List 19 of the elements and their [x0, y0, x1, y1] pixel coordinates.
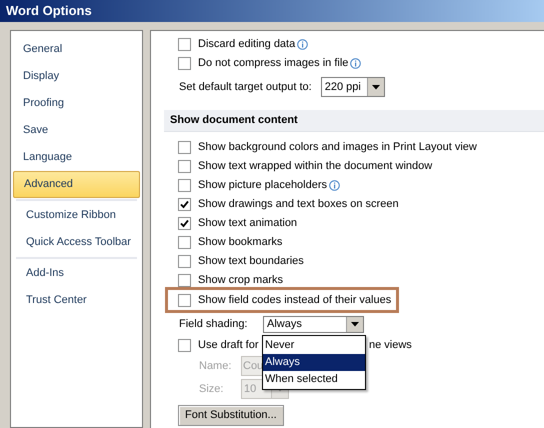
field-label: Size:: [199, 382, 224, 397]
option-label: Show drawings and text boxes on screen: [198, 197, 399, 212]
option-label: Show text wrapped within the document window: [198, 159, 432, 174]
option-label: Show crop marks: [198, 273, 283, 288]
option-label: Discard editing data: [198, 37, 296, 52]
window-title: Word Options: [6, 2, 92, 20]
option-label: Show picture placeholders: [198, 178, 328, 194]
option-label: Show bookmarks: [198, 235, 282, 250]
option-label: Do not compress images in file: [198, 56, 348, 72]
section-header: Show document content: [164, 110, 544, 132]
option-label: Show background colors and images in Print Layout view: [198, 140, 477, 156]
option-label: Show text animation: [198, 216, 298, 232]
option-label: Show field codes instead of their values: [198, 292, 392, 308]
option-label: Show text boundaries: [198, 254, 304, 270]
option-label: Set default target output to:: [179, 80, 312, 95]
field-label: Name:: [199, 358, 232, 374]
field-label: Field shading:: [179, 316, 248, 332]
option-label: Use draft for: [198, 338, 259, 353]
option-label: ne views: [369, 338, 412, 353]
